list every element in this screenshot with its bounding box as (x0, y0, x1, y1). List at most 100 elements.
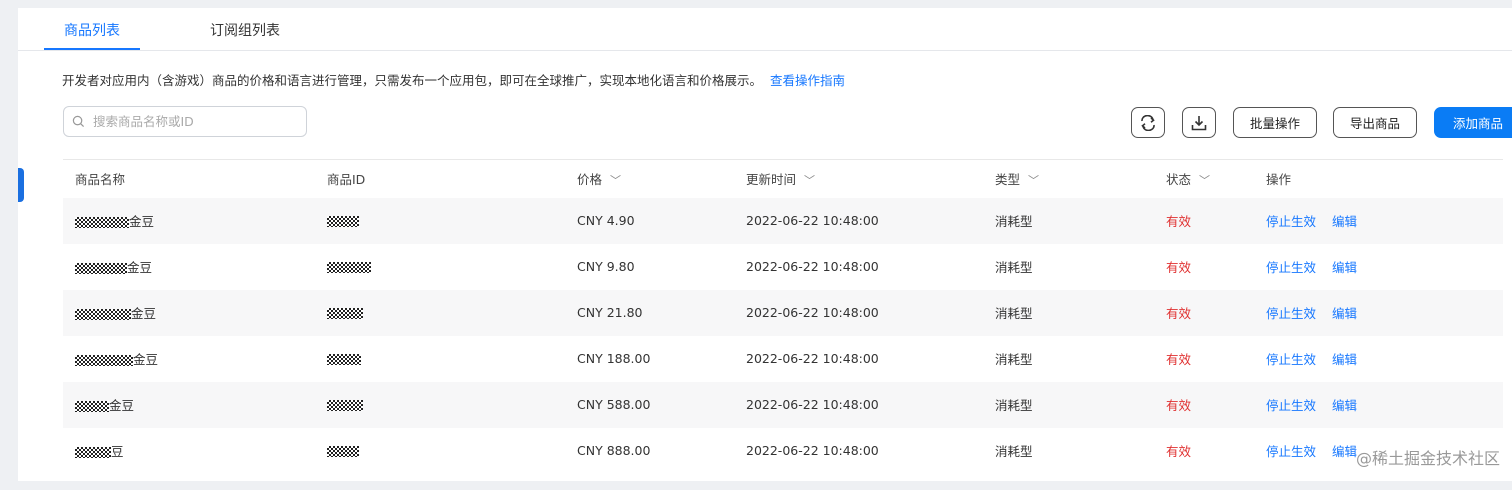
header-type[interactable]: 类型 ﹀ (983, 159, 1154, 198)
name-suffix: 金豆 (129, 214, 155, 229)
redacted-name (75, 217, 129, 228)
header-price-label: 价格 (577, 172, 603, 188)
table-row: 金豆 CNY 9.80 2022-06-22 10:48:00 消耗型 有效 停… (63, 244, 1503, 290)
redacted-name (75, 401, 109, 412)
header-updated[interactable]: 更新时间 ﹀ (734, 159, 983, 198)
page-description: 开发者对应用内（含游戏）商品的价格和语言进行管理，只需发布一个应用包，即可在全球… (62, 70, 845, 89)
cell-name: 金豆 (63, 382, 315, 428)
cell-type: 消耗型 (995, 260, 1033, 275)
header-updated-label: 更新时间 (746, 172, 797, 188)
cell-updated: 2022-06-22 10:48:00 (746, 259, 879, 274)
table-row: 金豆 CNY 188.00 2022-06-22 10:48:00 消耗型 有效… (63, 336, 1503, 382)
side-indicator (18, 168, 24, 202)
status-badge: 有效 (1166, 306, 1192, 321)
cell-id (315, 290, 565, 336)
header-name: 商品名称 (63, 159, 315, 198)
stop-effect-link[interactable]: 停止生效 (1266, 352, 1316, 367)
cell-name: 金豆 (63, 198, 315, 244)
cell-updated: 2022-06-22 10:48:00 (746, 443, 879, 458)
name-suffix: 金豆 (127, 260, 153, 275)
add-product-button[interactable]: 添加商品 (1434, 107, 1512, 138)
watermark: @稀土掘金技术社区 (1355, 449, 1500, 468)
cell-type: 消耗型 (995, 352, 1033, 367)
cell-id (315, 382, 565, 428)
header-status-label: 状态 (1166, 172, 1192, 188)
header-type-label: 类型 (995, 172, 1021, 188)
table-row: 豆 CNY 888.00 2022-06-22 10:48:00 消耗型 有效 … (63, 428, 1503, 474)
stop-effect-link[interactable]: 停止生效 (1266, 444, 1316, 459)
header-operations: 操作 (1254, 159, 1503, 198)
cell-id (315, 198, 565, 244)
chevron-down-icon[interactable]: ﹀ (1028, 174, 1039, 187)
download-button[interactable] (1182, 107, 1216, 138)
stop-effect-link[interactable]: 停止生效 (1266, 260, 1316, 275)
chevron-down-icon[interactable]: ﹀ (1199, 174, 1210, 187)
header-status[interactable]: 状态 ﹀ (1154, 159, 1254, 198)
search-icon (72, 115, 85, 128)
cell-operations: 停止生效 编辑 (1254, 382, 1503, 428)
guide-link[interactable]: 查看操作指南 (770, 73, 845, 88)
cell-name: 金豆 (63, 244, 315, 290)
download-icon (1191, 115, 1207, 130)
tab-product-list[interactable]: 商品列表 (64, 20, 120, 40)
stop-effect-link[interactable]: 停止生效 (1266, 398, 1316, 413)
cell-type: 消耗型 (995, 398, 1033, 413)
header-id: 商品ID (315, 159, 565, 198)
refresh-icon (1141, 114, 1155, 131)
refresh-button[interactable] (1131, 107, 1165, 138)
edit-link[interactable]: 编辑 (1332, 444, 1357, 459)
cell-operations: 停止生效 编辑 (1254, 290, 1503, 336)
cell-operations: 停止生效 编辑 (1254, 336, 1503, 382)
cell-price: CNY 9.80 (577, 259, 635, 274)
search-box[interactable] (63, 106, 307, 137)
redacted-name (75, 355, 133, 366)
cell-type: 消耗型 (995, 444, 1033, 459)
status-badge: 有效 (1166, 352, 1192, 367)
edit-link[interactable]: 编辑 (1332, 306, 1357, 321)
tab-subscription-groups[interactable]: 订阅组列表 (210, 20, 280, 40)
active-tab-underline (44, 48, 140, 50)
header-price[interactable]: 价格 ﹀ (565, 159, 734, 198)
cell-updated: 2022-06-22 10:48:00 (746, 305, 879, 320)
cell-id (315, 336, 565, 382)
cell-operations: 停止生效 编辑 (1254, 198, 1503, 244)
stop-effect-link[interactable]: 停止生效 (1266, 306, 1316, 321)
table-header-row: 商品名称 商品ID 价格 ﹀ 更新时间 ﹀ 类型 ﹀ 状态 ﹀ 操作 (63, 159, 1503, 198)
table-row: 金豆 CNY 4.90 2022-06-22 10:48:00 消耗型 有效 停… (63, 197, 1503, 244)
name-suffix: 金豆 (109, 398, 135, 413)
batch-operations-button[interactable]: 批量操作 (1233, 107, 1317, 138)
edit-link[interactable]: 编辑 (1332, 352, 1357, 367)
cell-id (315, 428, 565, 474)
export-products-button[interactable]: 导出商品 (1333, 107, 1417, 138)
status-badge: 有效 (1166, 260, 1192, 275)
cell-name: 金豆 (63, 336, 315, 382)
description-text: 开发者对应用内（含游戏）商品的价格和语言进行管理，只需发布一个应用包，即可在全球… (62, 73, 763, 88)
cell-operations: 停止生效 编辑 (1254, 244, 1503, 290)
cell-updated: 2022-06-22 10:48:00 (746, 351, 879, 366)
edit-link[interactable]: 编辑 (1332, 260, 1357, 275)
redacted-name (75, 447, 111, 458)
cell-price: CNY 188.00 (577, 351, 651, 366)
redacted-id (327, 354, 361, 365)
cell-type: 消耗型 (995, 214, 1033, 229)
chevron-down-icon[interactable]: ﹀ (804, 174, 815, 187)
redacted-id (327, 400, 363, 411)
cell-updated: 2022-06-22 10:48:00 (746, 213, 879, 228)
cell-name: 豆 (63, 428, 315, 474)
table-row: 金豆 CNY 588.00 2022-06-22 10:48:00 消耗型 有效… (63, 381, 1503, 428)
redacted-id (327, 262, 371, 273)
search-input[interactable] (91, 113, 295, 130)
table-row: 金豆 CNY 21.80 2022-06-22 10:48:00 消耗型 有效 … (63, 289, 1503, 336)
cell-price: CNY 588.00 (577, 397, 651, 412)
chevron-down-icon[interactable]: ﹀ (610, 174, 621, 187)
edit-link[interactable]: 编辑 (1332, 398, 1357, 413)
cell-id (315, 244, 565, 290)
redacted-id (327, 446, 359, 457)
redacted-name (75, 309, 131, 320)
stop-effect-link[interactable]: 停止生效 (1266, 214, 1316, 229)
redacted-id (327, 216, 359, 227)
edit-link[interactable]: 编辑 (1332, 214, 1357, 229)
tab-bar: 商品列表 订阅组列表 (18, 8, 1512, 51)
cell-updated: 2022-06-22 10:48:00 (746, 397, 879, 412)
name-suffix: 豆 (111, 444, 124, 459)
